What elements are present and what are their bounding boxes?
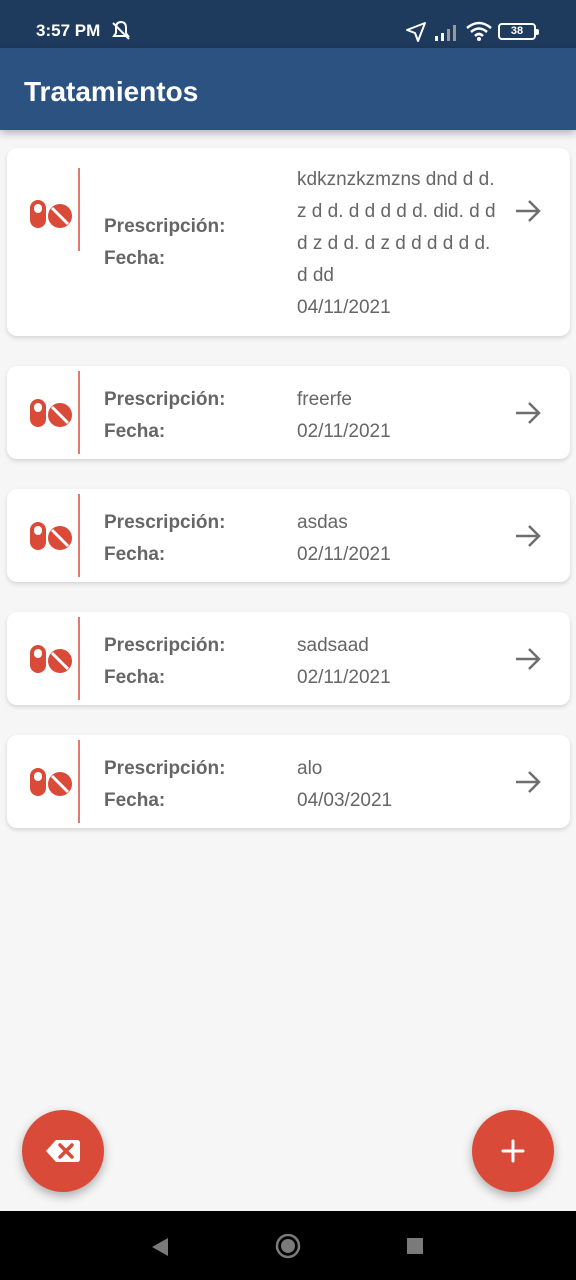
- date-value: 02/11/2021: [297, 544, 391, 565]
- mute-icon: [112, 20, 130, 40]
- date-label: Fecha:: [104, 421, 166, 442]
- prescription-value: asdas: [297, 512, 348, 533]
- card-labels: Prescripción: Fecha:: [104, 384, 225, 448]
- date-value: 04/11/2021: [297, 297, 391, 318]
- pills-icon: [30, 645, 72, 673]
- prescription-label: Prescripción:: [104, 512, 226, 533]
- prescription-value: kdkznzkzmzns dnd d d. z d d. d d d d d. …: [297, 169, 496, 286]
- prescription-label: Prescripción:: [104, 216, 226, 237]
- card-labels: Prescripción: Fecha:: [104, 753, 225, 817]
- card-values: kdkznzkzmzns dnd d d. z d d. d d d d d. …: [297, 164, 497, 324]
- pills-icon: [30, 522, 72, 550]
- arrow-right-icon[interactable]: [513, 398, 543, 428]
- prescription-value: freerfe: [297, 389, 352, 410]
- signal-icon: [435, 25, 456, 41]
- pills-icon: [30, 768, 72, 796]
- date-label: Fecha:: [104, 248, 166, 269]
- card-divider: [78, 617, 80, 700]
- location-icon: [406, 22, 426, 42]
- wifi-icon: [466, 21, 492, 41]
- home-icon[interactable]: [275, 1233, 301, 1259]
- app-bar: Tratamientos: [0, 48, 576, 130]
- date-label: Fecha:: [104, 667, 166, 688]
- arrow-right-icon[interactable]: [513, 644, 543, 674]
- date-value: 04/03/2021: [297, 790, 393, 811]
- delete-fab-button[interactable]: [22, 1110, 104, 1192]
- pills-icon: [30, 200, 72, 228]
- card-divider: [78, 740, 80, 823]
- prescription-value: sadsaad: [297, 635, 369, 656]
- arrow-right-icon[interactable]: [513, 521, 543, 551]
- card-values: freerfe 02/11/2021: [297, 384, 497, 448]
- card-divider: [78, 371, 80, 454]
- prescription-value: alo: [297, 758, 323, 779]
- card-values: asdas 02/11/2021: [297, 507, 497, 571]
- status-bar: 3:57 PM 38: [0, 0, 576, 48]
- card-labels: Prescripción: Fecha:: [104, 630, 225, 694]
- back-icon[interactable]: [150, 1236, 170, 1258]
- card-labels: Prescripción: Fecha:: [104, 211, 225, 275]
- system-nav-bar: [0, 1211, 576, 1280]
- card-values: alo 04/03/2021: [297, 753, 497, 817]
- page-title: Tratamientos: [24, 76, 199, 107]
- battery-icon: 38: [498, 23, 539, 40]
- card-labels: Prescripción: Fecha:: [104, 507, 225, 571]
- date-value: 02/11/2021: [297, 421, 391, 442]
- prescription-label: Prescripción:: [104, 758, 226, 779]
- recents-icon[interactable]: [406, 1237, 424, 1255]
- arrow-right-icon[interactable]: [513, 196, 543, 226]
- treatment-card[interactable]: Prescripción: Fecha: kdkznzkzmzns dnd d …: [7, 148, 570, 336]
- treatment-card[interactable]: Prescripción: Fecha: asdas 02/11/2021: [7, 489, 570, 582]
- date-label: Fecha:: [104, 544, 166, 565]
- arrow-right-icon[interactable]: [513, 767, 543, 797]
- date-value: 02/11/2021: [297, 667, 391, 688]
- prescription-label: Prescripción:: [104, 389, 226, 410]
- status-time: 3:57 PM: [36, 21, 101, 40]
- backspace-icon: [46, 1140, 80, 1162]
- plus-icon: [501, 1139, 525, 1163]
- treatment-card[interactable]: Prescripción: Fecha: alo 04/03/2021: [7, 735, 570, 828]
- card-divider: [78, 494, 80, 577]
- treatment-card[interactable]: Prescripción: Fecha: freerfe 02/11/2021: [7, 366, 570, 459]
- card-divider: [78, 168, 80, 251]
- date-label: Fecha:: [104, 790, 166, 811]
- prescription-label: Prescripción:: [104, 635, 226, 656]
- card-values: sadsaad 02/11/2021: [297, 630, 497, 694]
- add-fab-button[interactable]: [472, 1110, 554, 1192]
- treatment-card[interactable]: Prescripción: Fecha: sadsaad 02/11/2021: [7, 612, 570, 705]
- pills-icon: [30, 399, 72, 427]
